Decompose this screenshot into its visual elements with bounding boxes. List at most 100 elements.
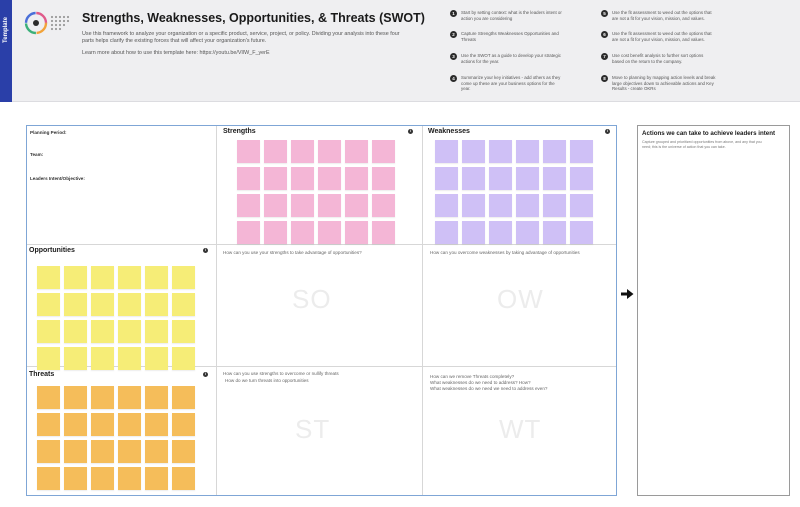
weaknesses-sticky-note[interactable] <box>516 221 539 244</box>
threats-sticky-note[interactable] <box>37 467 60 490</box>
opportunities-sticky-note[interactable] <box>145 293 168 316</box>
threats-sticky-note[interactable] <box>145 386 168 409</box>
opportunities-sticky-note[interactable] <box>37 293 60 316</box>
weaknesses-sticky-note[interactable] <box>462 194 485 217</box>
opportunities-sticky-note[interactable] <box>118 266 141 289</box>
threats-sticky-note[interactable] <box>172 413 195 436</box>
weaknesses-sticky-note[interactable] <box>435 194 458 217</box>
threats-info-icon[interactable]: i <box>203 372 208 377</box>
threats-sticky-note[interactable] <box>145 440 168 463</box>
actions-panel[interactable]: Actions we can take to achieve leaders i… <box>637 125 790 496</box>
strengths-sticky-note[interactable] <box>291 221 314 244</box>
miro-board-canvas[interactable]: Template Strengths, Weaknesses, Opportun… <box>0 0 800 507</box>
threats-sticky-note[interactable] <box>91 467 114 490</box>
opportunities-sticky-note[interactable] <box>64 320 87 343</box>
opportunities-sticky-note[interactable] <box>37 320 60 343</box>
threats-sticky-note[interactable] <box>172 386 195 409</box>
strengths-sticky-note[interactable] <box>372 194 395 217</box>
learn-more-link[interactable]: Learn more about how to use this templat… <box>82 50 270 56</box>
leaders-intent-label[interactable]: Leaders Intent/Objective: <box>30 176 85 181</box>
weaknesses-sticky-note[interactable] <box>570 221 593 244</box>
threats-sticky-note[interactable] <box>118 467 141 490</box>
weaknesses-sticky-note[interactable] <box>543 194 566 217</box>
weaknesses-sticky-note[interactable] <box>570 194 593 217</box>
weaknesses-sticky-note[interactable] <box>543 221 566 244</box>
weaknesses-sticky-note[interactable] <box>462 140 485 163</box>
swot-board-frame[interactable]: Planning Period: Team: Leaders Intent/Ob… <box>26 125 617 496</box>
threats-sticky-note[interactable] <box>64 467 87 490</box>
strengths-sticky-note[interactable] <box>372 221 395 244</box>
threats-sticky-note[interactable] <box>118 440 141 463</box>
weaknesses-sticky-note[interactable] <box>435 221 458 244</box>
weaknesses-sticky-note[interactable] <box>516 194 539 217</box>
threats-sticky-note[interactable] <box>64 386 87 409</box>
opportunities-sticky-note[interactable] <box>64 293 87 316</box>
opportunities-sticky-note[interactable] <box>118 293 141 316</box>
threats-sticky-note[interactable] <box>91 413 114 436</box>
opportunities-sticky-note[interactable] <box>145 320 168 343</box>
strengths-sticky-note[interactable] <box>237 167 260 190</box>
strengths-sticky-note[interactable] <box>345 140 368 163</box>
weaknesses-sticky-note[interactable] <box>489 167 512 190</box>
template-tab[interactable]: Template <box>0 0 12 102</box>
weaknesses-sticky-note[interactable] <box>543 140 566 163</box>
opportunities-sticky-note[interactable] <box>172 266 195 289</box>
threats-sticky-note[interactable] <box>64 413 87 436</box>
opportunities-sticky-note[interactable] <box>91 320 114 343</box>
weaknesses-sticky-note[interactable] <box>516 167 539 190</box>
strengths-sticky-note[interactable] <box>345 194 368 217</box>
strengths-sticky-note[interactable] <box>264 140 287 163</box>
threats-sticky-note[interactable] <box>172 440 195 463</box>
strengths-sticky-note[interactable] <box>318 167 341 190</box>
weaknesses-sticky-note[interactable] <box>489 140 512 163</box>
strengths-sticky-note[interactable] <box>237 221 260 244</box>
strengths-sticky-note[interactable] <box>318 194 341 217</box>
opportunities-sticky-note[interactable] <box>118 347 141 370</box>
threats-sticky-note[interactable] <box>118 386 141 409</box>
weaknesses-sticky-note[interactable] <box>462 167 485 190</box>
opportunities-sticky-note[interactable] <box>64 347 87 370</box>
opportunities-sticky-note[interactable] <box>145 347 168 370</box>
opportunities-info-icon[interactable]: i <box>203 248 208 253</box>
threats-sticky-note[interactable] <box>37 386 60 409</box>
weaknesses-sticky-note[interactable] <box>516 140 539 163</box>
strengths-sticky-note[interactable] <box>237 140 260 163</box>
threats-sticky-note[interactable] <box>118 413 141 436</box>
opportunities-sticky-note[interactable] <box>145 266 168 289</box>
opportunities-sticky-note[interactable] <box>64 266 87 289</box>
weaknesses-sticky-note[interactable] <box>435 167 458 190</box>
weaknesses-info-icon[interactable]: i <box>605 129 610 134</box>
threats-sticky-note[interactable] <box>37 413 60 436</box>
opportunities-sticky-note[interactable] <box>37 266 60 289</box>
strengths-sticky-note[interactable] <box>345 167 368 190</box>
strengths-sticky-note[interactable] <box>264 221 287 244</box>
weaknesses-sticky-note[interactable] <box>570 140 593 163</box>
strengths-sticky-note[interactable] <box>318 140 341 163</box>
opportunities-sticky-note[interactable] <box>172 347 195 370</box>
weaknesses-sticky-note[interactable] <box>435 140 458 163</box>
strengths-sticky-note[interactable] <box>291 167 314 190</box>
strengths-sticky-note[interactable] <box>345 221 368 244</box>
weaknesses-sticky-note[interactable] <box>489 221 512 244</box>
strengths-sticky-note[interactable] <box>318 221 341 244</box>
strengths-info-icon[interactable]: i <box>408 129 413 134</box>
threats-sticky-note[interactable] <box>172 467 195 490</box>
strengths-sticky-note[interactable] <box>291 194 314 217</box>
weaknesses-sticky-note[interactable] <box>462 221 485 244</box>
opportunities-sticky-note[interactable] <box>172 320 195 343</box>
threats-sticky-note[interactable] <box>64 440 87 463</box>
opportunities-sticky-note[interactable] <box>91 347 114 370</box>
threats-sticky-note[interactable] <box>145 467 168 490</box>
strengths-sticky-note[interactable] <box>264 167 287 190</box>
opportunities-sticky-note[interactable] <box>91 266 114 289</box>
threats-sticky-note[interactable] <box>91 440 114 463</box>
strengths-sticky-note[interactable] <box>264 194 287 217</box>
opportunities-sticky-note[interactable] <box>118 320 141 343</box>
strengths-sticky-note[interactable] <box>372 140 395 163</box>
opportunities-sticky-note[interactable] <box>91 293 114 316</box>
weaknesses-sticky-note[interactable] <box>543 167 566 190</box>
opportunities-sticky-note[interactable] <box>172 293 195 316</box>
weaknesses-sticky-note[interactable] <box>570 167 593 190</box>
threats-sticky-note[interactable] <box>37 440 60 463</box>
strengths-sticky-note[interactable] <box>291 140 314 163</box>
